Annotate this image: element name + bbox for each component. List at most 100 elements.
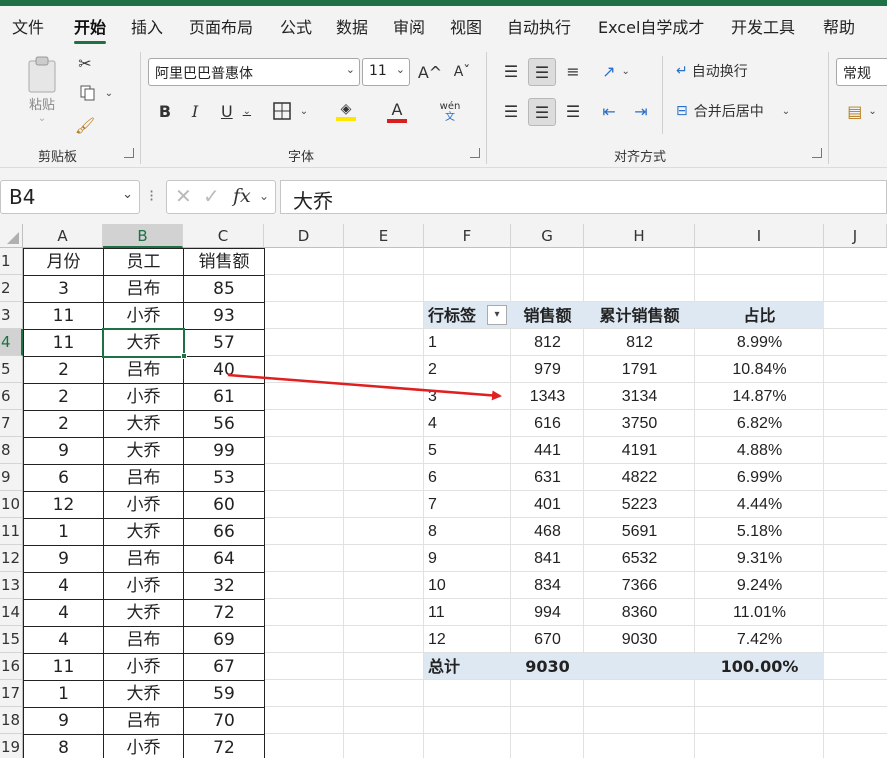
source-data-cell[interactable]: 64 xyxy=(183,545,265,573)
pivot-data-cell[interactable]: 6 xyxy=(424,464,511,491)
tab-home[interactable]: 开始 xyxy=(74,14,107,44)
row-header-6[interactable]: 6 xyxy=(0,383,23,410)
source-data-cell[interactable]: 小乔 xyxy=(103,572,184,600)
source-data-cell[interactable]: 8 xyxy=(23,734,104,758)
align-middle-button[interactable]: ☰ xyxy=(528,58,556,86)
filter-dropdown-icon[interactable]: ▾ xyxy=(487,305,507,325)
increase-indent-button[interactable]: ⇥ xyxy=(628,98,654,124)
tab-insert[interactable]: 插入 xyxy=(131,14,163,38)
source-data-cell[interactable]: 57 xyxy=(183,329,265,357)
source-data-cell[interactable]: 9 xyxy=(23,707,104,735)
source-header-cell[interactable]: 员工 xyxy=(103,248,184,276)
column-header-i[interactable]: I xyxy=(695,224,824,248)
align-left-button[interactable]: ☰ xyxy=(498,98,524,124)
row-header-7[interactable]: 7 xyxy=(0,410,23,437)
pivot-data-cell[interactable]: 9030 xyxy=(584,626,695,653)
pivot-data-cell[interactable]: 5691 xyxy=(584,518,695,545)
format-painter-button[interactable]: 🖌 xyxy=(74,114,96,136)
row-header-2[interactable]: 2 xyxy=(0,275,23,302)
source-data-cell[interactable]: 72 xyxy=(183,734,265,758)
pivot-total-cell[interactable] xyxy=(584,653,695,680)
tab-help[interactable]: 帮助 xyxy=(823,14,855,38)
pivot-data-cell[interactable]: 631 xyxy=(511,464,584,491)
pivot-data-cell[interactable]: 9 xyxy=(424,545,511,572)
clipboard-launcher-icon[interactable] xyxy=(124,148,134,158)
pivot-total-cell[interactable]: 9030 xyxy=(511,653,584,680)
pivot-data-cell[interactable]: 9.24% xyxy=(695,572,824,599)
pivot-data-cell[interactable]: 3750 xyxy=(584,410,695,437)
row-header-8[interactable]: 8 xyxy=(0,437,23,464)
orientation-button[interactable]: ↗ ⌄ xyxy=(594,58,638,84)
tab-page-layout[interactable]: 页面布局 xyxy=(189,14,253,38)
pivot-total-cell[interactable]: 总计 xyxy=(424,653,511,680)
pivot-data-cell[interactable]: 6.82% xyxy=(695,410,824,437)
confirm-icon[interactable]: ✓ xyxy=(203,184,220,208)
source-data-cell[interactable]: 11 xyxy=(23,329,104,357)
pivot-data-cell[interactable]: 468 xyxy=(511,518,584,545)
column-header-c[interactable]: C xyxy=(183,224,264,248)
pivot-data-cell[interactable]: 3134 xyxy=(584,383,695,410)
alignment-launcher-icon[interactable] xyxy=(812,148,822,158)
tab-automate[interactable]: 自动执行 xyxy=(507,14,571,38)
pivot-data-cell[interactable]: 14.87% xyxy=(695,383,824,410)
pivot-data-cell[interactable]: 11 xyxy=(424,599,511,626)
source-data-cell[interactable]: 吕布 xyxy=(103,275,184,303)
pivot-data-cell[interactable]: 11.01% xyxy=(695,599,824,626)
pivot-data-cell[interactable]: 7.42% xyxy=(695,626,824,653)
source-header-cell[interactable]: 销售额 xyxy=(183,248,265,276)
row-header-17[interactable]: 17 xyxy=(0,680,23,707)
source-data-cell[interactable]: 吕布 xyxy=(103,626,184,654)
row-header-3[interactable]: 3 xyxy=(0,302,23,329)
pivot-data-cell[interactable]: 6532 xyxy=(584,545,695,572)
tab-data[interactable]: 数据 xyxy=(336,14,368,38)
pivot-data-cell[interactable]: 8.99% xyxy=(695,329,824,356)
source-data-cell[interactable]: 70 xyxy=(183,707,265,735)
source-data-cell[interactable]: 66 xyxy=(183,518,265,546)
pivot-data-cell[interactable]: 4822 xyxy=(584,464,695,491)
column-header-f[interactable]: F xyxy=(424,224,511,248)
select-all-button[interactable] xyxy=(0,224,23,248)
source-data-cell[interactable]: 11 xyxy=(23,302,104,330)
source-data-cell[interactable]: 85 xyxy=(183,275,265,303)
source-data-cell[interactable]: 60 xyxy=(183,491,265,519)
row-header-1[interactable]: 1 xyxy=(0,248,23,275)
pivot-data-cell[interactable]: 4.44% xyxy=(695,491,824,518)
pivot-data-cell[interactable]: 3 xyxy=(424,383,511,410)
formula-input[interactable]: 大乔 xyxy=(280,180,887,214)
source-data-cell[interactable]: 吕布 xyxy=(103,464,184,492)
pivot-data-cell[interactable]: 10 xyxy=(424,572,511,599)
source-data-cell[interactable]: 4 xyxy=(23,626,104,654)
pivot-data-cell[interactable]: 5.18% xyxy=(695,518,824,545)
pivot-data-cell[interactable]: 670 xyxy=(511,626,584,653)
align-center-button[interactable]: ☰ xyxy=(528,98,556,126)
name-box[interactable]: B4 ⌄ xyxy=(0,180,140,214)
source-data-cell[interactable]: 大乔 xyxy=(103,437,184,465)
pivot-data-cell[interactable]: 4 xyxy=(424,410,511,437)
source-data-cell[interactable]: 11 xyxy=(23,653,104,681)
row-header-11[interactable]: 11 xyxy=(0,518,23,545)
align-top-button[interactable]: ☰ xyxy=(498,58,524,84)
tab-formulas[interactable]: 公式 xyxy=(280,14,312,38)
pivot-data-cell[interactable]: 1 xyxy=(424,329,511,356)
number-format-select[interactable]: 常规 xyxy=(836,58,887,86)
source-data-cell[interactable]: 9 xyxy=(23,437,104,465)
font-name-select[interactable]: 阿里巴巴普惠体 ⌄ xyxy=(148,58,360,86)
wrap-text-button[interactable]: ↵ 自动换行 xyxy=(676,58,768,84)
source-data-cell[interactable]: 12 xyxy=(23,491,104,519)
fill-handle[interactable] xyxy=(181,353,187,359)
cut-button[interactable]: ✂ xyxy=(74,52,96,74)
pivot-data-cell[interactable]: 401 xyxy=(511,491,584,518)
worksheet-grid[interactable]: ABCDEFGHIJ 1 2 3 4 5 6 7 8 9 10 11 12 13 14 15 16 17 18 19… xyxy=(0,224,887,758)
font-launcher-icon[interactable] xyxy=(470,148,480,158)
source-data-cell[interactable]: 69 xyxy=(183,626,265,654)
source-data-cell[interactable]: 3 xyxy=(23,275,104,303)
source-data-cell[interactable]: 99 xyxy=(183,437,265,465)
row-header-5[interactable]: 5 xyxy=(0,356,23,383)
source-data-cell[interactable]: 小乔 xyxy=(103,653,184,681)
row-header-12[interactable]: 12 xyxy=(0,545,23,572)
source-data-cell[interactable]: 大乔 xyxy=(103,329,184,357)
pivot-data-cell[interactable]: 2 xyxy=(424,356,511,383)
align-right-button[interactable]: ☰ xyxy=(560,98,586,124)
source-header-cell[interactable]: 月份 xyxy=(23,248,104,276)
source-data-cell[interactable]: 53 xyxy=(183,464,265,492)
